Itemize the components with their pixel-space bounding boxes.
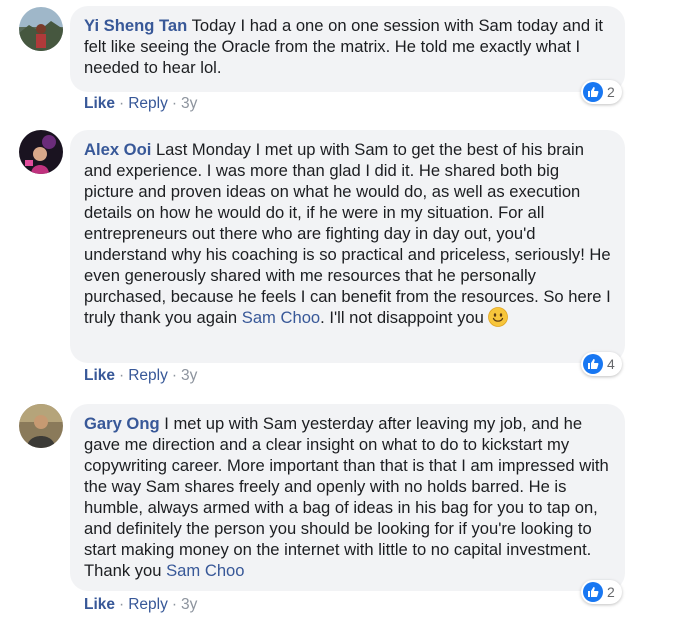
comment-bubble: Gary Ong I met up with Sam yesterday aft…	[70, 404, 625, 591]
thumbs-up-icon	[583, 82, 603, 102]
separator: ·	[171, 95, 177, 112]
avatar[interactable]	[19, 7, 63, 51]
mention-link[interactable]: Sam Choo	[166, 561, 244, 580]
reaction-count[interactable]: 2	[581, 580, 622, 604]
comment-actions: Like · Reply · 3y	[84, 95, 197, 113]
reply-link[interactable]: Reply	[128, 95, 168, 112]
avatar[interactable]	[19, 130, 63, 174]
comment-time[interactable]: 3y	[181, 596, 197, 613]
thumbs-up-icon	[583, 582, 603, 602]
comment-text-after: . I'll not disappoint you	[320, 308, 484, 327]
comment-actions: Like · Reply · 3y	[84, 367, 197, 385]
reaction-number: 4	[607, 356, 615, 372]
like-link[interactable]: Like	[84, 95, 115, 112]
thumbs-up-icon	[583, 354, 603, 374]
comment-actions: Like · Reply · 3y	[84, 596, 197, 614]
reaction-number: 2	[607, 584, 615, 600]
comment-time[interactable]: 3y	[181, 367, 197, 384]
smiling-emoji-icon	[488, 307, 509, 327]
comment-text: I met up with Sam yesterday after leavin…	[84, 414, 609, 580]
comment-bubble: Yi Sheng Tan Today I had a one on one se…	[70, 6, 625, 92]
comment-time[interactable]: 3y	[181, 95, 197, 112]
reaction-count[interactable]: 4	[581, 352, 622, 376]
avatar[interactable]	[19, 404, 63, 448]
comment-author[interactable]: Gary Ong	[84, 414, 160, 433]
separator: ·	[171, 367, 177, 384]
reply-link[interactable]: Reply	[128, 596, 168, 613]
separator: ·	[171, 596, 177, 613]
separator: ·	[119, 596, 125, 613]
reaction-count[interactable]: 2	[581, 80, 622, 104]
separator: ·	[119, 367, 125, 384]
comment-text: Last Monday I met up with Sam to get the…	[84, 140, 611, 327]
comment-author[interactable]: Yi Sheng Tan	[84, 16, 187, 35]
reaction-number: 2	[607, 84, 615, 100]
like-link[interactable]: Like	[84, 367, 115, 384]
reply-link[interactable]: Reply	[128, 367, 168, 384]
comment-author[interactable]: Alex Ooi	[84, 140, 151, 159]
comment-bubble: Alex Ooi Last Monday I met up with Sam t…	[70, 130, 625, 363]
mention-link[interactable]: Sam Choo	[242, 308, 320, 327]
separator: ·	[119, 95, 125, 112]
like-link[interactable]: Like	[84, 596, 115, 613]
